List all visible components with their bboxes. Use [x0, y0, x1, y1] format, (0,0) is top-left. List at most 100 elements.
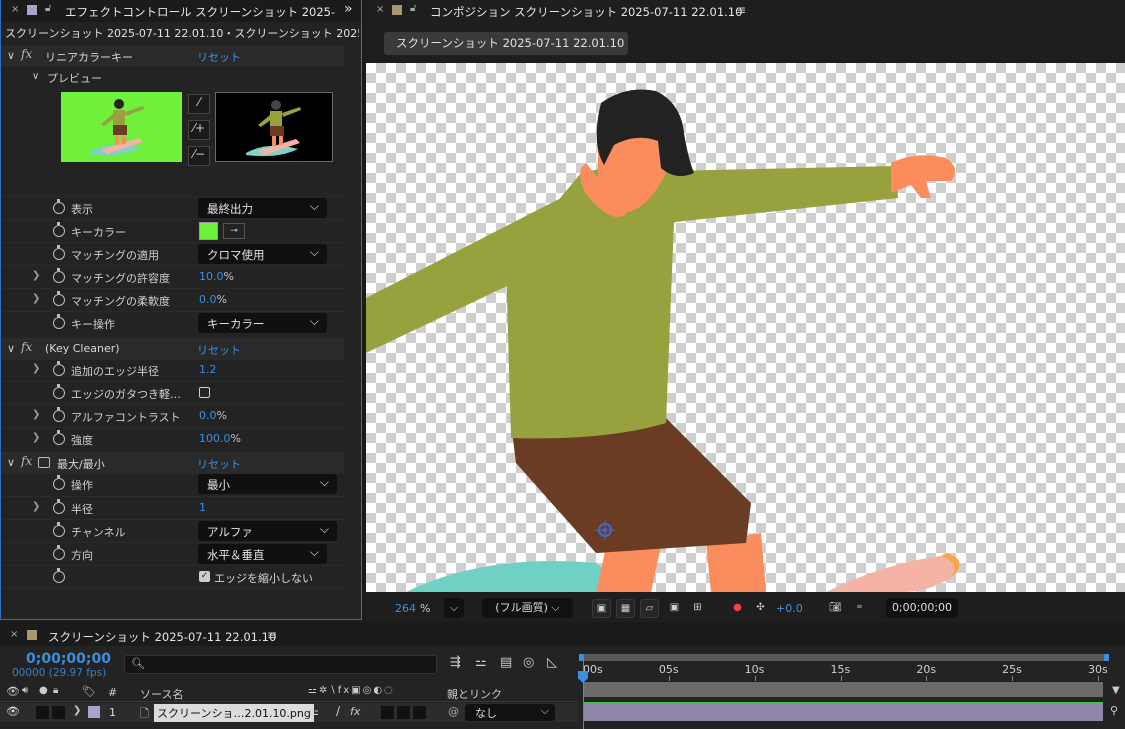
panel-menu-icon[interactable]: ≡ [267, 628, 277, 642]
region-of-interest-icon[interactable]: ▣ [665, 599, 684, 618]
stopwatch-icon[interactable] [53, 499, 65, 514]
work-area-end-handle[interactable] [1104, 654, 1109, 661]
reset-link[interactable]: リセット [197, 49, 241, 65]
close-icon[interactable]: × [11, 4, 19, 15]
effect-min-max[interactable]: ∨ fx 最大/最小 リセット [1, 452, 344, 474]
expand-icon[interactable]: ❯ [32, 363, 40, 374]
eyedropper-icon[interactable]: ⁄ [188, 94, 210, 114]
parent-dropdown[interactable]: なし ⌵ [465, 704, 555, 721]
pick-whip-icon[interactable]: @ [448, 705, 459, 718]
eyedropper-icon[interactable]: ⊸ [223, 223, 245, 239]
effect-panel-title[interactable]: エフェクトコントロール スクリーンショット 2025- [65, 4, 335, 20]
timeline-zoom-marker-icon[interactable]: ▼ [1112, 685, 1120, 696]
layer-duration-bar[interactable] [583, 704, 1103, 721]
work-area-bar[interactable] [579, 654, 1108, 661]
channel-dropdown[interactable]: アルファ ⌵ [198, 521, 337, 541]
stopwatch-icon[interactable] [53, 222, 65, 237]
no-shrink-checkbox[interactable]: ✓ [199, 571, 210, 582]
softness-value[interactable]: 0.0% [199, 293, 227, 306]
shy-layers-icon[interactable]: ⚍ [475, 655, 487, 670]
stopwatch-icon[interactable] [53, 268, 65, 283]
prop-radius[interactable]: ❯ 半径 1 [1, 497, 361, 520]
expand-icon[interactable]: ❯ [32, 432, 40, 443]
current-time-display[interactable]: 0;00;00;00 [886, 598, 958, 618]
zoom-dropdown[interactable]: ⌵ [444, 598, 464, 618]
lock-icon[interactable]: 🔒︎ [53, 685, 58, 696]
layer-label-color[interactable] [88, 706, 100, 718]
display-dropdown[interactable]: 最終出力 ⌵ [198, 198, 327, 218]
solo-icon[interactable]: ● [39, 685, 48, 696]
fx-icon[interactable]: fx [21, 47, 32, 61]
close-icon[interactable]: × [376, 4, 384, 15]
quality-switch-icon[interactable]: ∕ [336, 704, 340, 718]
stopwatch-icon[interactable] [53, 430, 65, 445]
mask-path-icon[interactable]: ▱ [640, 599, 659, 618]
solo-box[interactable] [36, 706, 49, 719]
grid-guides-icon[interactable]: ⊞ [688, 599, 707, 618]
expand-icon[interactable]: ❯ [32, 293, 40, 304]
prop-key-color[interactable]: キーカラー ⊸ [1, 220, 361, 243]
panel-menu-icon[interactable]: ≡ [736, 3, 746, 17]
work-area-track[interactable] [583, 682, 1103, 697]
comp-panel-title[interactable]: コンポジション スクリーンショット 2025-07-11 22.01.10 [430, 4, 742, 20]
prop-operation[interactable]: 操作 最小 ⌵ [1, 473, 361, 496]
prop-channel[interactable]: チャンネル アルファ ⌵ [1, 520, 361, 543]
exposure-value[interactable]: +0.0 [776, 602, 803, 615]
effects-switch-icon[interactable]: fx [350, 705, 360, 718]
expand-icon[interactable]: ❯ [32, 409, 40, 420]
lock-icon[interactable]: 🔓︎ [410, 3, 416, 14]
prop-matching[interactable]: マッチングの適用 クロマ使用 ⌵ [1, 243, 361, 266]
value-number[interactable]: 100.0 [199, 432, 231, 445]
stopwatch-icon[interactable] [53, 245, 65, 260]
prop-no-shrink[interactable]: ✓ エッジを縮小しない [1, 566, 361, 589]
motion-blur-icon[interactable]: ◎ [523, 655, 534, 670]
prop-tolerance[interactable]: ❯ マッチングの許容度 10.0% [1, 266, 361, 289]
stopwatch-icon[interactable] [53, 522, 65, 537]
audio-icon[interactable]: 🔊︎ [22, 685, 28, 696]
collapse-icon[interactable]: ∨ [7, 342, 15, 355]
stopwatch-icon[interactable] [53, 475, 65, 490]
label-tag-icon[interactable]: 🏷︎ [82, 685, 96, 698]
graph-editor-icon[interactable]: ◺ [547, 655, 557, 670]
expand-icon[interactable]: ❯ [32, 270, 40, 281]
show-snapshot-icon[interactable]: ⚭ [850, 599, 869, 618]
snapshot-frame-icon[interactable]: ▣ [592, 599, 611, 618]
lock-box[interactable] [52, 706, 65, 719]
collapse-icon[interactable]: ∨ [32, 71, 39, 82]
stopwatch-icon[interactable] [53, 568, 65, 583]
strength-value[interactable]: 100.0% [199, 432, 241, 445]
close-icon[interactable]: × [10, 629, 18, 640]
comp-end-marker-icon[interactable]: ⚲ [1110, 704, 1118, 717]
current-time[interactable]: 0;00;00;00 [26, 651, 111, 667]
switch-box[interactable] [413, 706, 426, 719]
edge-jag-checkbox[interactable] [199, 387, 210, 398]
visibility-eye-icon[interactable]: 👁︎ [6, 705, 20, 718]
layer-name[interactable]: スクリーンショ…2.01.10.png [154, 704, 314, 722]
composition-flowchart-icon[interactable]: ⇶ [450, 655, 461, 670]
expand-icon[interactable]: ❯ [73, 705, 81, 716]
eyedropper-plus-icon[interactable]: ⁄+ [188, 120, 210, 140]
stopwatch-icon[interactable] [53, 314, 65, 329]
transparency-grid-icon[interactable]: ▦ [616, 599, 635, 618]
camera-icon[interactable]: 📷︎ [826, 599, 845, 618]
collapse-icon[interactable]: ∨ [7, 49, 15, 62]
parent-link-header[interactable]: 親とリンク [447, 686, 502, 702]
fx-icon[interactable]: fx [21, 454, 32, 468]
prop-direction[interactable]: 方向 水平＆垂直 ⌵ [1, 543, 361, 566]
eye-icon[interactable]: 👁︎ [6, 685, 20, 698]
time-ruler[interactable]: 00s 05s 10s 15s 20s 25s 30s [579, 661, 1109, 681]
comp-viewer[interactable] [366, 63, 1125, 592]
color-channels-icon[interactable]: ● [728, 599, 747, 618]
operation-dropdown[interactable]: 最小 ⌵ [198, 474, 337, 494]
panel-overflow-icon[interactable]: » [344, 1, 353, 17]
key-op-dropdown[interactable]: キーカラー ⌵ [198, 313, 327, 333]
eyedropper-minus-icon[interactable]: ⁄− [188, 146, 210, 166]
matching-dropdown[interactable]: クロマ使用 ⌵ [198, 244, 327, 264]
prop-edge-jag[interactable]: エッジのガタつき軽… [1, 382, 361, 405]
prop-alpha-contrast[interactable]: ❯ アルファコントラスト 0.0% [1, 405, 361, 428]
prop-strength[interactable]: ❯ 強度 100.0% [1, 428, 361, 451]
timeline-title[interactable]: スクリーンショット 2025-07-11 22.01.10 [48, 629, 276, 645]
prop-edge-radius[interactable]: ❯ 追加のエッジ半径 1.2 [1, 359, 361, 382]
comp-name-button[interactable]: スクリーンショット 2025-07-11 22.01.10 [384, 32, 628, 55]
lock-icon[interactable]: 🔓︎ [45, 3, 51, 14]
